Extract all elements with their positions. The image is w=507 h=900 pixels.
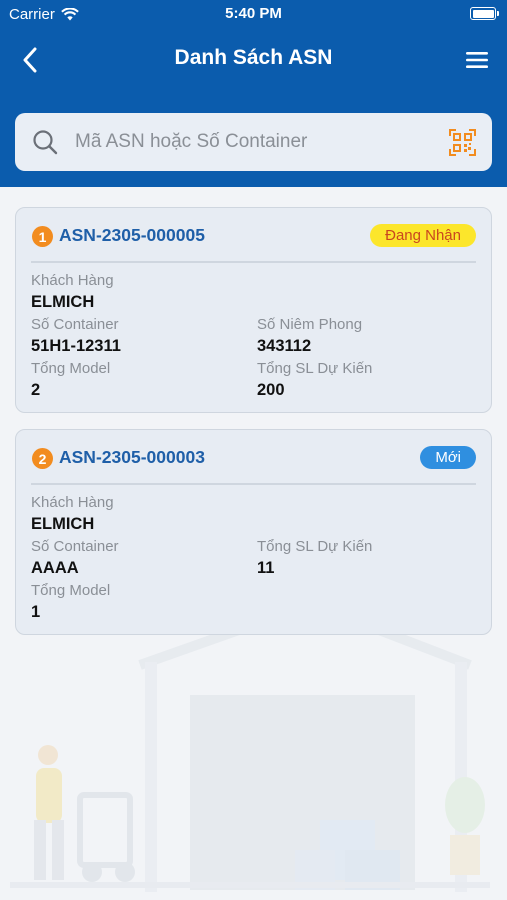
status-time: 5:40 PM (225, 5, 282, 22)
quantity-value: 11 (257, 559, 275, 577)
search-input[interactable] (75, 131, 435, 153)
container-label: Số Container (31, 538, 119, 555)
model-value: 2 (31, 381, 41, 399)
container-field: Số Container AAAA (31, 538, 119, 579)
divider (31, 483, 476, 485)
navigation-bar: Danh Sách ASN (0, 36, 507, 84)
status-badge: Đang Nhận (370, 224, 476, 247)
asn-card[interactable]: 1 ASN-2305-000005 Đang Nhận Khách Hàng E… (15, 207, 492, 413)
customer-value: ELMICH (31, 293, 95, 311)
model-label: Tổng Model (31, 360, 111, 377)
search-bar (15, 113, 492, 171)
customer-value: ELMICH (31, 515, 95, 533)
customer-label: Khách Hàng (31, 494, 114, 511)
asn-index-badge: 1 (32, 226, 53, 247)
container-value: 51H1-12311 (31, 337, 121, 355)
asn-card-header: 1 ASN-2305-000005 Đang Nhận (16, 208, 491, 263)
search-icon (31, 128, 59, 156)
battery-icon (470, 7, 499, 20)
app-header: Carrier 5:40 PM Danh Sách ASN (0, 0, 507, 187)
menu-button[interactable] (461, 44, 493, 76)
customer-field: Khách Hàng ELMICH (31, 494, 114, 535)
model-field: Tổng Model 1 (31, 582, 110, 623)
hamburger-menu-icon (466, 52, 488, 68)
seal-value: 343112 (257, 337, 312, 355)
customer-field: Khách Hàng ELMICH (31, 272, 114, 313)
asn-code: ASN-2305-000005 (59, 225, 205, 245)
status-bar: Carrier 5:40 PM (0, 0, 507, 28)
asn-code: ASN-2305-000003 (59, 447, 205, 467)
quantity-field: Tổng SL Dự Kiến 200 (257, 360, 372, 401)
quantity-value: 200 (257, 381, 285, 399)
quantity-label: Tổng SL Dự Kiến (257, 360, 373, 377)
quantity-label: Tổng SL Dự Kiến (257, 538, 373, 555)
divider (31, 261, 476, 263)
container-field: Số Container 51H1-12311 (31, 316, 121, 357)
seal-field: Số Niêm Phong 343112 (257, 316, 362, 357)
container-value: AAAA (31, 559, 79, 577)
qr-scan-icon[interactable] (449, 129, 476, 156)
model-label: Tổng Model (31, 582, 111, 599)
container-label: Số Container (31, 316, 119, 333)
status-badge: Mới (420, 446, 476, 469)
page-title: Danh Sách ASN (174, 46, 333, 69)
model-field: Tổng Model 2 (31, 360, 110, 401)
model-value: 1 (31, 603, 41, 621)
seal-label: Số Niêm Phong (257, 316, 363, 333)
asn-index-badge: 2 (32, 448, 53, 469)
asn-card-header: 2 ASN-2305-000003 Mới (16, 430, 491, 485)
asn-card[interactable]: 2 ASN-2305-000003 Mới Khách Hàng ELMICH … (15, 429, 492, 635)
warehouse-illustration (10, 620, 490, 892)
quantity-field: Tổng SL Dự Kiến 11 (257, 538, 372, 579)
customer-label: Khách Hàng (31, 272, 114, 289)
